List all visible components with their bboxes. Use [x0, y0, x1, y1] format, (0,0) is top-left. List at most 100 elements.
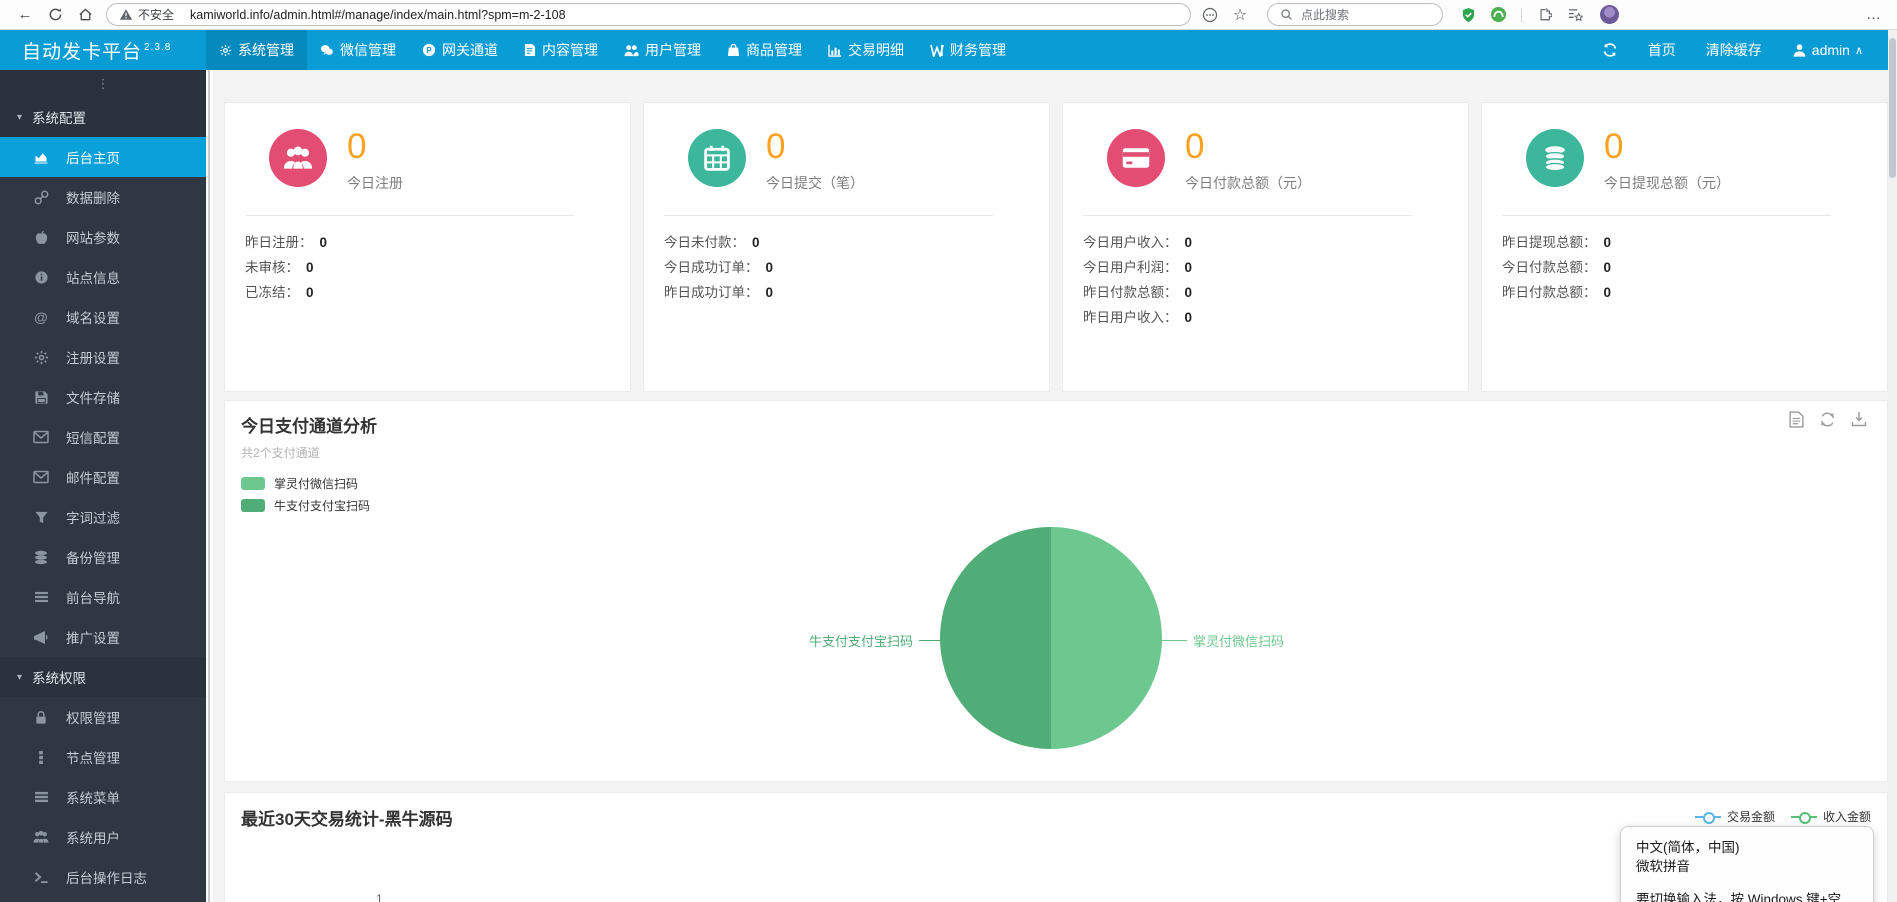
search-placeholder: 点此搜索 [1301, 8, 1350, 22]
sidebar-item-label: 系统菜单 [66, 791, 120, 806]
collections-icon[interactable] [1560, 8, 1590, 22]
finance-icon [930, 44, 944, 57]
top-menu-transaction-detail[interactable]: 交易明细 [815, 30, 917, 70]
shopping-bag-icon [727, 43, 740, 57]
extensions-icon[interactable] [1530, 7, 1560, 22]
stat-value: 0 [1604, 127, 1624, 166]
leader-line [1161, 640, 1187, 641]
sidebar-item-domain-settings[interactable]: @ 域名设置 [0, 297, 206, 337]
stat-row: 今日成功订单： 0 [664, 260, 774, 275]
page-scrollbar[interactable] [1888, 30, 1897, 902]
sidebar-item-backend-home[interactable]: 后台主页 [0, 137, 206, 177]
legend-item-income-amount[interactable]: 收入金额 [1790, 808, 1871, 825]
stat-row: 昨日成功订单： 0 [664, 285, 774, 300]
leaf-extension-icon[interactable] [1483, 6, 1513, 23]
top-menu-label: 交易明细 [848, 42, 904, 58]
sidebar-item-admin-log[interactable]: 后台操作日志 [0, 857, 206, 897]
divider [1502, 215, 1831, 216]
admin-username: admin [1811, 42, 1850, 58]
sidebar-item-data-delete[interactable]: 数据删除 [0, 177, 206, 217]
sidebar-item-site-info[interactable]: 站点信息 [0, 257, 206, 297]
shield-extension-icon[interactable] [1453, 7, 1483, 23]
pie-chart[interactable] [940, 527, 1162, 749]
sidebar-item-node-manage[interactable]: 节点管理 [0, 737, 206, 777]
legend-item-alipay-scan[interactable]: 牛支付支付宝扫码 [241, 494, 1871, 516]
sidebar-item-label: 前台导航 [66, 591, 120, 606]
brand-logo[interactable]: 自动发卡平台 2.3.8 [0, 37, 206, 64]
gear-icon [33, 349, 49, 365]
stat-row: 昨日付款总额： 0 [1083, 285, 1193, 300]
admin-dropdown[interactable]: admin ∧ [1792, 42, 1863, 58]
sidebar-item-backup-manage[interactable]: 备份管理 [0, 537, 206, 577]
envelope-icon [33, 429, 49, 445]
sidebar-item-word-filter[interactable]: 字词过滤 [0, 497, 206, 537]
top-menu-goods-manage[interactable]: 商品管理 [714, 30, 815, 70]
sidebar-item-label: 备份管理 [66, 551, 120, 566]
ime-switch-hint: 要切换输入法，按 Windows 键+空格。 [1636, 892, 1842, 902]
stat-row: 未审核： 0 [245, 260, 314, 275]
stat-label: 今日付款总额（元） [1185, 175, 1311, 191]
sidebar-item-sms-config[interactable]: 短信配置 [0, 417, 206, 457]
top-menu: 系统管理 微信管理 P 网关通道 内容管理 用户管理 商品管理 交易明细 财务管 [206, 30, 1019, 70]
search-box[interactable]: 点此搜索 [1267, 3, 1443, 26]
app-bar-right: 首页 清除缓存 admin ∧ [1602, 40, 1897, 60]
sidebar-item-label: 权限管理 [66, 711, 120, 726]
clear-cache-link[interactable]: 清除缓存 [1706, 40, 1762, 60]
stat-row: 今日用户利润： 0 [1083, 260, 1193, 275]
data-view-icon[interactable] [1789, 411, 1804, 428]
browser-menu-icon[interactable]: … [1866, 6, 1887, 23]
top-menu-finance-manage[interactable]: 财务管理 [917, 30, 1019, 70]
users-icon [624, 44, 639, 57]
browser-profile-avatar[interactable] [1600, 5, 1619, 24]
reload-icon[interactable] [40, 7, 70, 22]
top-menu-label: 内容管理 [542, 42, 598, 58]
download-icon[interactable] [1851, 411, 1867, 428]
dots-vertical-icon [33, 749, 49, 765]
top-menu-content-manage[interactable]: 内容管理 [511, 30, 611, 70]
sidebar-item-label: 推广设置 [66, 631, 120, 646]
stat-label: 今日提交（笔） [766, 175, 864, 191]
top-menu-gateway-channel[interactable]: P 网关通道 [409, 30, 511, 70]
line-marker-icon [1694, 811, 1721, 824]
top-menu-system-manage[interactable]: 系统管理 [206, 30, 307, 70]
sidebar-item-site-params[interactable]: 网站参数 [0, 217, 206, 257]
sidebar-item-front-nav[interactable]: 前台导航 [0, 577, 206, 617]
top-menu-wechat-manage[interactable]: 微信管理 [307, 30, 409, 70]
users-badge-icon [269, 129, 327, 187]
legend-label: 掌灵付微信扫码 [274, 476, 359, 491]
legend-item-transaction-amount[interactable]: 交易金额 [1694, 808, 1775, 825]
top-menu-label: 网关通道 [442, 42, 498, 58]
credit-card-badge-icon [1107, 129, 1165, 187]
scrollbar-thumb[interactable] [1889, 38, 1896, 178]
restore-refresh-icon[interactable] [1819, 411, 1836, 428]
top-menu-user-manage[interactable]: 用户管理 [611, 30, 714, 70]
sidebar-item-system-menu[interactable]: 系统菜单 [0, 777, 206, 817]
sidebar-item-mail-config[interactable]: 邮件配置 [0, 457, 206, 497]
legend-label: 收入金额 [1822, 810, 1871, 824]
sidebar-item-system-users[interactable]: 系统用户 [0, 817, 206, 857]
legend-item-wechat-scan[interactable]: 掌灵付微信扫码 [241, 472, 1871, 494]
sidebar-item-perm-manage[interactable]: 权限管理 [0, 697, 206, 737]
refresh-icon[interactable] [1602, 42, 1618, 58]
chart-area-icon [33, 149, 49, 165]
sidebar-item-register-settings[interactable]: 注册设置 [0, 337, 206, 377]
url-text[interactable]: kamiworld.info/admin.html#/manage/index/… [190, 8, 566, 22]
sidebar-scrollbar[interactable] [206, 70, 213, 902]
favorite-star-icon[interactable]: ☆ [1225, 5, 1255, 25]
menu-bars-icon [33, 789, 49, 805]
sidebar-item-promo-settings[interactable]: 推广设置 [0, 617, 206, 657]
back-icon[interactable]: ← [10, 6, 40, 23]
ellipsis-circle-icon[interactable] [1195, 7, 1225, 23]
sidebar-collapse-toggle[interactable]: ⋮ [0, 70, 206, 97]
filter-funnel-icon [33, 509, 49, 525]
sidebar-item-file-storage[interactable]: 文件存储 [0, 377, 206, 417]
leader-line [919, 640, 946, 641]
security-label[interactable]: 不安全 [138, 6, 174, 23]
sidebar-section-system-perms[interactable]: ▾ 系统权限 [0, 657, 206, 697]
svg-text:P: P [426, 46, 431, 55]
url-bar[interactable]: 不安全 kamiworld.info/admin.html#/manage/in… [106, 3, 1191, 26]
lock-icon [33, 709, 49, 725]
home-link[interactable]: 首页 [1648, 40, 1676, 60]
home-icon[interactable] [70, 7, 100, 22]
sidebar-section-system-config[interactable]: ▾ 系统配置 [0, 97, 206, 137]
